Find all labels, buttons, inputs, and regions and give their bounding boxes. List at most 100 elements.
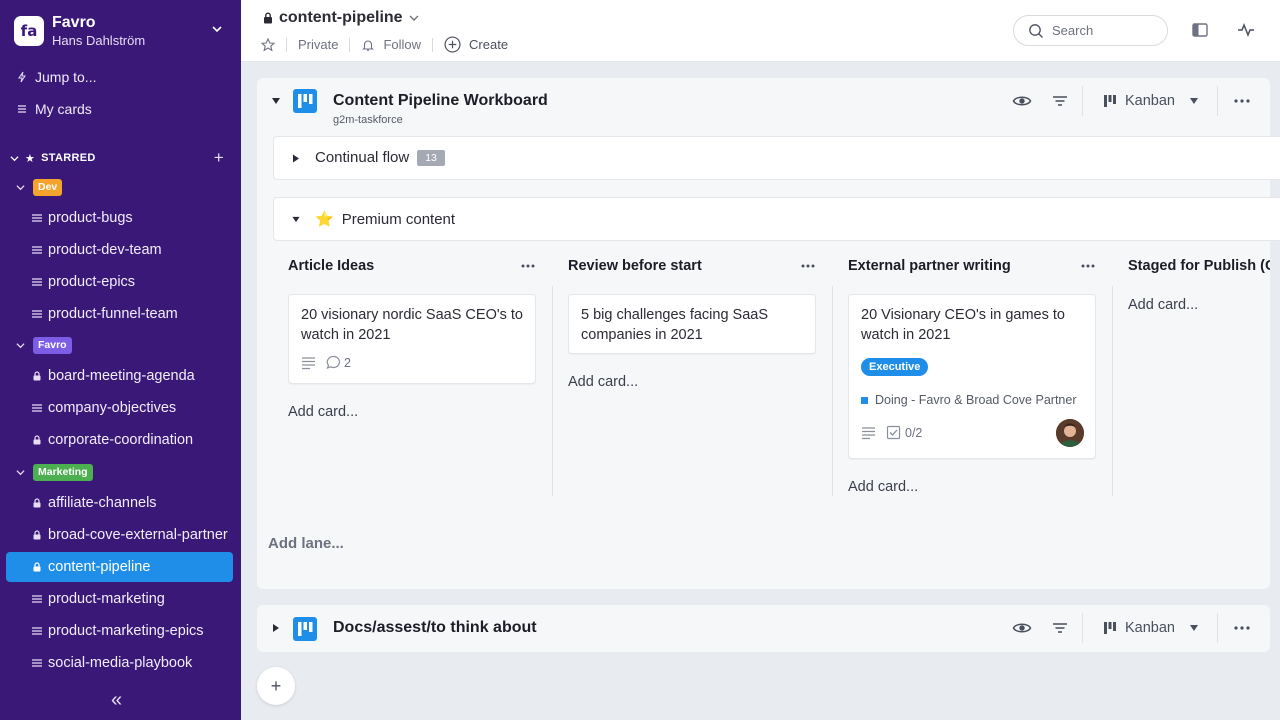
column-divider: [552, 286, 553, 496]
filter-icon[interactable]: [1050, 618, 1070, 638]
widget-title[interactable]: Docs/assest/to think about: [333, 619, 537, 637]
org-switcher[interactable]: fa Favro Hans Dahlström: [14, 14, 229, 50]
sidebar-item-broad-cove-external-partner[interactable]: broad-cove-external-partner: [6, 520, 233, 550]
avatar[interactable]: [1056, 419, 1084, 447]
collapse-sidebar-button[interactable]: «: [111, 689, 127, 711]
search-input[interactable]: Search: [1013, 15, 1168, 46]
comment-icon: [326, 355, 340, 370]
lock-icon: [33, 498, 41, 508]
column-title[interactable]: Review before start: [568, 258, 816, 274]
column-title[interactable]: Article Ideas: [288, 258, 536, 274]
view-switcher[interactable]: Kanban: [1103, 620, 1199, 636]
sidebar-item-label: content-pipeline: [48, 559, 151, 575]
sidebar-item-social-media-playbook[interactable]: social-media-playbook: [6, 648, 233, 678]
star-outline-icon[interactable]: [261, 37, 275, 52]
sidebar-item-product-dev-team[interactable]: product-dev-team: [6, 235, 233, 265]
divider: [432, 37, 434, 52]
description-icon: [302, 357, 315, 370]
favro-logo: fa: [14, 16, 44, 46]
sidebar-item-product-marketing-epics[interactable]: product-marketing-epics: [6, 616, 233, 646]
card-meta: 2: [301, 355, 351, 370]
my-cards-link[interactable]: My cards: [16, 101, 92, 117]
card-count-badge: 13: [417, 149, 445, 166]
sidebar-item-corporate-coordination[interactable]: corporate-coordination: [6, 425, 233, 455]
widget-title[interactable]: Content Pipeline Workboard: [333, 92, 548, 110]
starred-section-header[interactable]: ★ STARRED +: [10, 148, 224, 168]
divider: [1217, 86, 1218, 116]
checklist-icon: [886, 425, 901, 440]
sidebar-item-affiliate-channels[interactable]: affiliate-channels: [6, 488, 233, 518]
folder-marketing[interactable]: Marketing: [16, 463, 93, 481]
add-card-button[interactable]: Add card...: [568, 374, 638, 390]
add-card-button[interactable]: Add card...: [1128, 297, 1198, 313]
more-options-icon[interactable]: [1080, 258, 1096, 274]
jump-to-label: Jump to...: [35, 69, 97, 85]
card[interactable]: 5 big challenges facing SaaS companies i…: [568, 294, 816, 354]
add-starred-button[interactable]: +: [214, 148, 224, 168]
filter-icon[interactable]: [1050, 91, 1070, 111]
widget-subtitle: g2m-taskforce: [333, 114, 403, 126]
board-list-icon: [32, 659, 42, 667]
divider: [349, 37, 351, 52]
sidebar-item-label: product-dev-team: [48, 242, 162, 258]
panel-toggle-icon[interactable]: [1191, 21, 1209, 39]
create-button[interactable]: Create: [469, 37, 508, 52]
board-list-icon: [32, 246, 42, 254]
lane-premium-content[interactable]: ⭐ Premium content: [273, 197, 1280, 241]
sidebar-item-product-funnel-team[interactable]: product-funnel-team: [6, 299, 233, 329]
sidebar-item-product-marketing[interactable]: product-marketing: [6, 584, 233, 614]
jump-to-link[interactable]: Jump to...: [16, 69, 96, 85]
sidebar-item-label: board-meeting-agenda: [48, 368, 195, 384]
kanban-board-icon: [293, 617, 317, 641]
activity-icon[interactable]: [1237, 21, 1255, 39]
folder-favro[interactable]: Favro: [16, 336, 72, 354]
add-lane-button[interactable]: Add lane...: [268, 535, 344, 552]
lane-continual-flow[interactable]: Continual flow 13: [273, 136, 1280, 180]
add-card-button[interactable]: Add card...: [288, 404, 358, 420]
search-icon: [1029, 23, 1043, 38]
sidebar-item-product-bugs[interactable]: product-bugs: [6, 203, 233, 233]
expand-widget-icon[interactable]: [271, 623, 281, 633]
card-title: 20 visionary nordic SaaS CEO's to watch …: [301, 307, 523, 343]
more-options-icon[interactable]: [1232, 91, 1252, 111]
sidebar-item-label: corporate-coordination: [48, 432, 194, 448]
sidebar-item-product-epics[interactable]: product-epics: [6, 267, 233, 297]
view-label: Kanban: [1125, 93, 1175, 109]
column-title[interactable]: Staged for Publish (C: [1128, 258, 1270, 274]
board-title-menu[interactable]: content-pipeline: [263, 9, 419, 27]
column-title[interactable]: External partner writing: [848, 258, 1096, 274]
card[interactable]: 20 Visionary CEO's in games to watch in …: [848, 294, 1096, 459]
folder-dev[interactable]: Dev: [16, 178, 63, 196]
view-switcher[interactable]: Kanban: [1103, 93, 1199, 109]
add-widget-button[interactable]: +: [257, 667, 295, 705]
more-options-icon[interactable]: [800, 258, 816, 274]
divider: [1082, 86, 1083, 116]
comment-count: 2: [344, 355, 351, 370]
sidebar-item-board-meeting-agenda[interactable]: board-meeting-agenda: [6, 361, 233, 391]
status-square-icon: [861, 396, 868, 404]
board-list-icon: [32, 404, 42, 412]
card-status: Doing - Favro & Broad Cove Partner: [861, 393, 1076, 407]
widget-toolbar: Kanban: [1012, 613, 1270, 643]
sidebar-item-label: product-bugs: [48, 210, 133, 226]
more-options-icon[interactable]: [520, 258, 536, 274]
widget-content-pipeline-workboard: Content Pipeline Workboard g2m-taskforce…: [257, 78, 1280, 589]
card-title: 5 big challenges facing SaaS companies i…: [581, 307, 769, 343]
column-staged-for-publish: Staged for Publish (C Add card...: [1128, 258, 1270, 418]
privacy-label[interactable]: Private: [298, 37, 338, 52]
sidebar-item-label: product-epics: [48, 274, 136, 290]
sidebar-item-label: social-media-playbook: [48, 655, 193, 671]
sidebar-item-label: affiliate-channels: [48, 495, 157, 511]
eye-icon[interactable]: [1012, 618, 1032, 638]
card[interactable]: 20 visionary nordic SaaS CEO's to watch …: [288, 294, 536, 384]
follow-button[interactable]: Follow: [383, 37, 421, 52]
collapse-widget-icon[interactable]: [271, 96, 281, 106]
more-options-icon[interactable]: [1232, 618, 1252, 638]
sidebar-item-company-objectives[interactable]: company-objectives: [6, 393, 233, 423]
expand-icon: [293, 154, 299, 163]
eye-icon[interactable]: [1012, 91, 1032, 111]
lock-icon: [264, 12, 272, 24]
add-card-button[interactable]: Add card...: [848, 479, 918, 495]
sidebar-item-content-pipeline[interactable]: content-pipeline: [6, 552, 233, 582]
divider: [1082, 613, 1083, 643]
